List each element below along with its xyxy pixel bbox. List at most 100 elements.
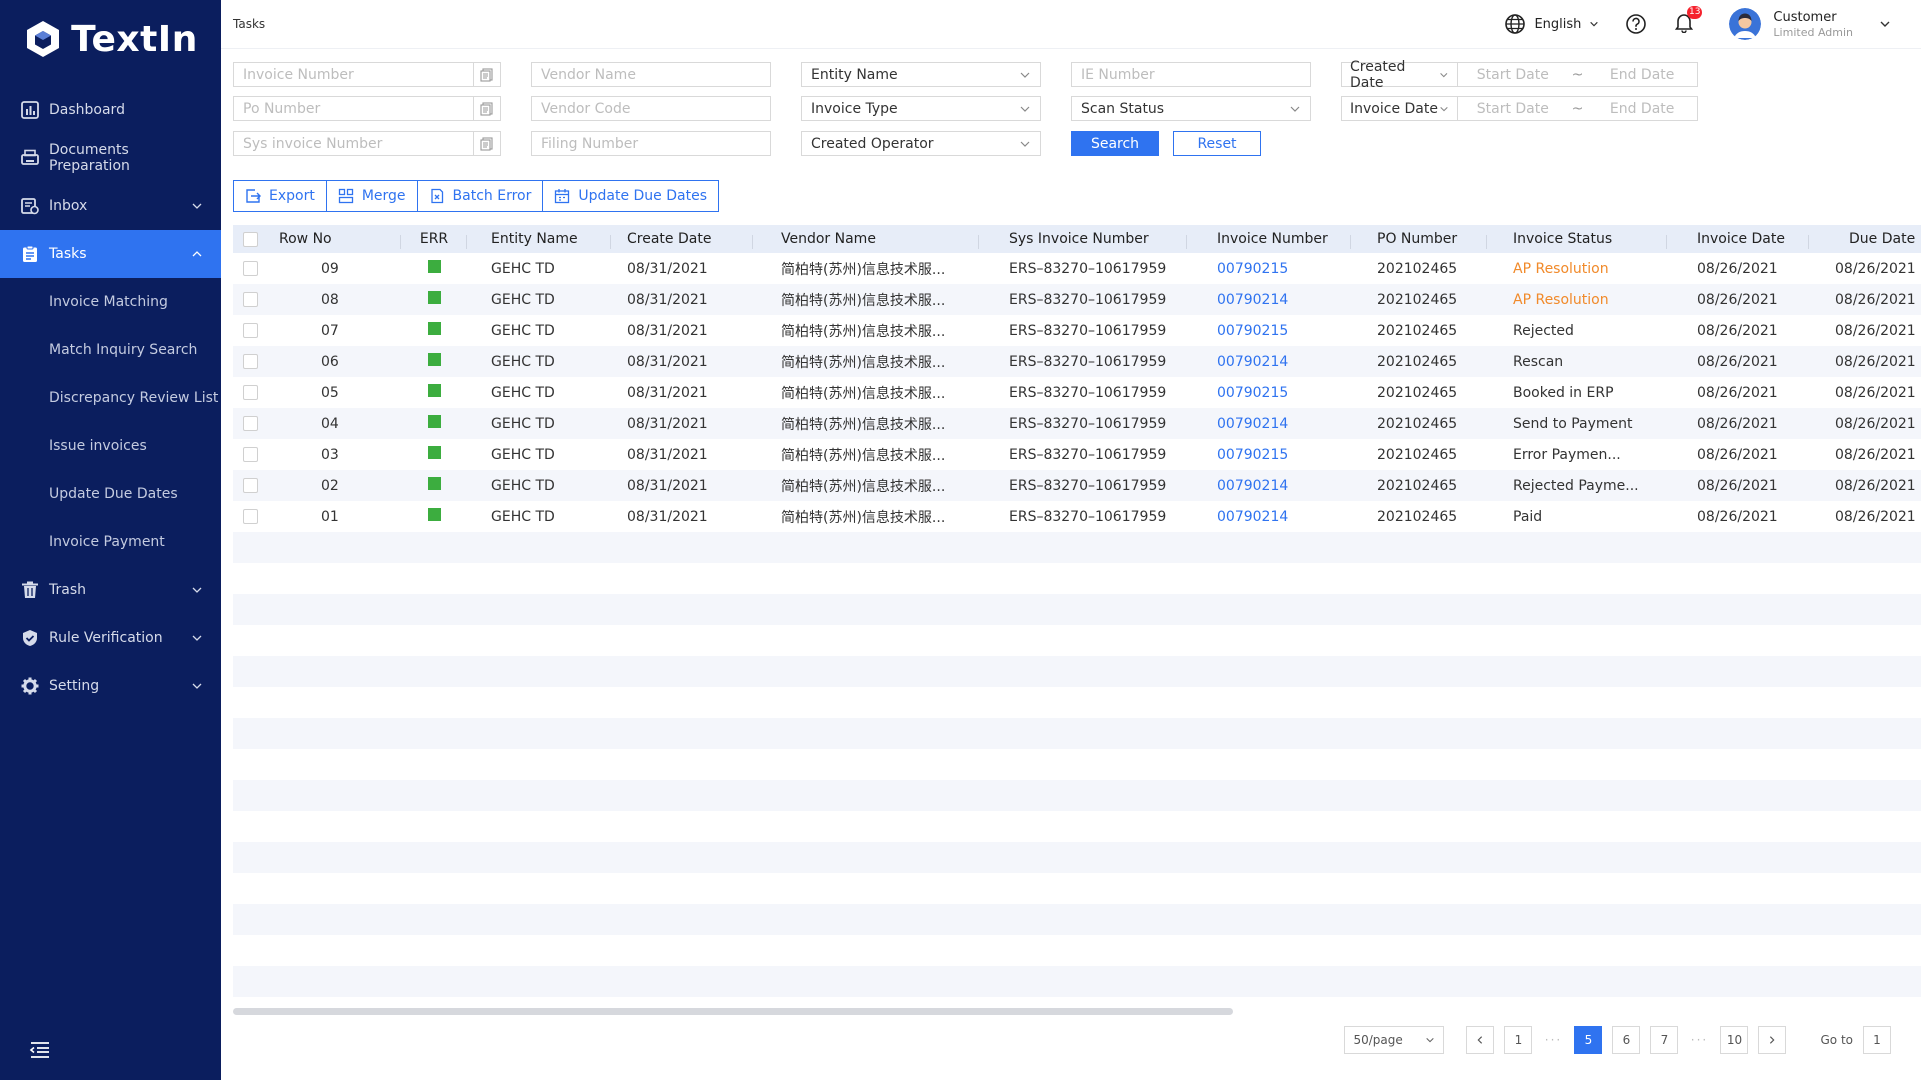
table-row[interactable]: 02 GEHC TD 08/31/2021 简柏特(苏州)信息技术服... ERS–83…: [233, 470, 1921, 501]
row-checkbox[interactable]: [243, 292, 258, 307]
invoice-number-input[interactable]: Invoice Number: [233, 62, 501, 87]
sidebar-item-trash[interactable]: Trash: [0, 566, 221, 614]
table-row[interactable]: 04 GEHC TD 08/31/2021 简柏特(苏州)信息技术服... ERS–83…: [233, 408, 1921, 439]
invoice-number-link[interactable]: 00790215: [1187, 261, 1351, 277]
update-due-dates-button[interactable]: Update Due Dates: [543, 181, 718, 211]
select-all-checkbox[interactable]: [243, 231, 258, 247]
user-menu[interactable]: Customer Limited Admin: [1729, 8, 1891, 40]
row-checkbox[interactable]: [243, 385, 258, 400]
table-row[interactable]: 09 GEHC TD 08/31/2021 简柏特(苏州)信息技术服... ERS–83…: [233, 253, 1921, 284]
sys-invoice-number-input[interactable]: Sys invoice Number: [233, 131, 501, 156]
row-checkbox[interactable]: [243, 509, 258, 524]
filing-number-input[interactable]: Filing Number: [531, 131, 771, 156]
col-invoice-number[interactable]: Invoice Number: [1187, 231, 1351, 249]
row-checkbox[interactable]: [243, 354, 258, 369]
created-start-date-input[interactable]: Start Date: [1458, 67, 1568, 83]
col-vendor-name[interactable]: Vendor Name: [753, 231, 979, 249]
page-size-select[interactable]: 50/page: [1344, 1026, 1445, 1054]
list-icon[interactable]: [473, 97, 500, 120]
help-icon[interactable]: [1625, 13, 1647, 35]
vendor-code-input[interactable]: Vendor Code: [531, 96, 771, 121]
col-invoice-status[interactable]: Invoice Status: [1487, 231, 1667, 249]
page-button-current[interactable]: 5: [1574, 1026, 1603, 1054]
row-checkbox[interactable]: [243, 478, 258, 493]
invoice-number-link[interactable]: 00790214: [1187, 509, 1351, 525]
col-create-date[interactable]: Create Date: [611, 231, 753, 249]
logo[interactable]: TextIn: [0, 0, 221, 78]
notifications[interactable]: 13: [1673, 6, 1703, 37]
sidebar-item-documents-preparation[interactable]: Documents Preparation: [0, 134, 221, 182]
table-row[interactable]: 01 GEHC TD 08/31/2021 简柏特(苏州)信息技术服... ERS–83…: [233, 501, 1921, 532]
prev-page-button[interactable]: [1466, 1026, 1495, 1054]
pagination-ellipsis[interactable]: ···: [1542, 1033, 1564, 1047]
menu-collapse-icon[interactable]: [28, 1038, 52, 1062]
reset-button[interactable]: Reset: [1173, 131, 1261, 156]
entity-name-select[interactable]: Entity Name: [801, 62, 1041, 87]
table-row[interactable]: 07 GEHC TD 08/31/2021 简柏特(苏州)信息技术服... ERS–83…: [233, 315, 1921, 346]
horizontal-scrollbar[interactable]: [233, 1008, 1233, 1015]
search-button[interactable]: Search: [1071, 131, 1159, 156]
created-operator-select[interactable]: Created Operator: [801, 131, 1041, 156]
invoice-number-link[interactable]: 00790214: [1187, 292, 1351, 308]
invoice-end-date-input[interactable]: End Date: [1587, 101, 1697, 117]
row-checkbox[interactable]: [243, 416, 258, 431]
table-row[interactable]: 05 GEHC TD 08/31/2021 简柏特(苏州)信息技术服... ERS–83…: [233, 377, 1921, 408]
goto-page-input[interactable]: 1: [1863, 1026, 1891, 1054]
chevron-down-icon: [192, 587, 202, 593]
created-end-date-input[interactable]: End Date: [1587, 67, 1697, 83]
invoice-type-select[interactable]: Invoice Type: [801, 96, 1041, 121]
invoice-number-link[interactable]: 00790215: [1187, 385, 1351, 401]
col-row-no[interactable]: Row No: [269, 231, 401, 249]
language-selector[interactable]: English: [1504, 13, 1599, 35]
invoice-number-link[interactable]: 00790215: [1187, 447, 1351, 463]
sidebar-subitem-match-inquiry-search[interactable]: Match Inquiry Search: [0, 326, 221, 374]
col-due-date[interactable]: Due Date: [1809, 231, 1921, 247]
po-number-input[interactable]: Po Number: [233, 96, 501, 121]
sidebar-item-inbox[interactable]: Inbox: [0, 182, 221, 230]
vendor-name-input[interactable]: Vendor Name: [531, 62, 771, 87]
sidebar-subitem-invoice-matching[interactable]: Invoice Matching: [0, 278, 221, 326]
list-icon[interactable]: [473, 63, 500, 86]
page-button[interactable]: 7: [1650, 1026, 1679, 1054]
invoice-number-link[interactable]: 00790214: [1187, 354, 1351, 370]
table-row[interactable]: 06 GEHC TD 08/31/2021 简柏特(苏州)信息技术服... ERS–83…: [233, 346, 1921, 377]
invoice-number-link[interactable]: 00790214: [1187, 416, 1351, 432]
sidebar-item-setting[interactable]: Setting: [0, 662, 221, 710]
created-date-type-select[interactable]: Created Date: [1342, 59, 1458, 91]
row-checkbox[interactable]: [243, 323, 258, 338]
table-row[interactable]: 08 GEHC TD 08/31/2021 简柏特(苏州)信息技术服... ERS–83…: [233, 284, 1921, 315]
row-checkbox[interactable]: [243, 447, 258, 462]
sidebar-subitem-update-due-dates[interactable]: Update Due Dates: [0, 470, 221, 518]
pagination-ellipsis[interactable]: ···: [1688, 1033, 1710, 1047]
sidebar-item-rule-verification[interactable]: Rule Verification: [0, 614, 221, 662]
page-button[interactable]: 10: [1720, 1026, 1749, 1054]
invoice-number-link[interactable]: 00790214: [1187, 478, 1351, 494]
sidebar-item-dashboard[interactable]: Dashboard: [0, 86, 221, 134]
col-entity-name[interactable]: Entity Name: [467, 231, 611, 249]
row-checkbox[interactable]: [243, 261, 258, 276]
sidebar-item-tasks[interactable]: Tasks: [0, 230, 221, 278]
export-button[interactable]: Export: [234, 181, 327, 211]
col-sys-invoice-number[interactable]: Sys Invoice Number: [979, 231, 1187, 249]
table-row[interactable]: 03 GEHC TD 08/31/2021 简柏特(苏州)信息技术服... ERS–83…: [233, 439, 1921, 470]
col-po-number[interactable]: PO Number: [1351, 231, 1487, 249]
ie-number-input[interactable]: IE Number: [1071, 62, 1311, 87]
list-icon[interactable]: [473, 132, 500, 155]
col-invoice-date[interactable]: Invoice Date: [1667, 231, 1809, 249]
scan-status-select[interactable]: Scan Status: [1071, 96, 1311, 121]
chevron-down-icon: [192, 635, 202, 641]
sidebar-subitem-discrepancy-review-list[interactable]: Discrepancy Review List: [0, 374, 221, 422]
sidebar-subitem-issue-invoices[interactable]: Issue invoices: [0, 422, 221, 470]
create-date-cell: 08/31/2021: [627, 415, 708, 432]
col-err[interactable]: ERR: [401, 231, 467, 249]
page-button[interactable]: 6: [1612, 1026, 1641, 1054]
merge-button[interactable]: Merge: [327, 181, 418, 211]
invoice-number-link[interactable]: 00790215: [1187, 323, 1351, 339]
sidebar-subitem-invoice-payment[interactable]: Invoice Payment: [0, 518, 221, 566]
batch-error-button[interactable]: Batch Error: [418, 181, 544, 211]
invoice-start-date-input[interactable]: Start Date: [1458, 101, 1568, 117]
invoice-date-type-select[interactable]: Invoice Date: [1342, 97, 1458, 120]
next-page-button[interactable]: [1758, 1026, 1787, 1054]
page-button[interactable]: 1: [1504, 1026, 1533, 1054]
empty-row: [233, 687, 1921, 718]
